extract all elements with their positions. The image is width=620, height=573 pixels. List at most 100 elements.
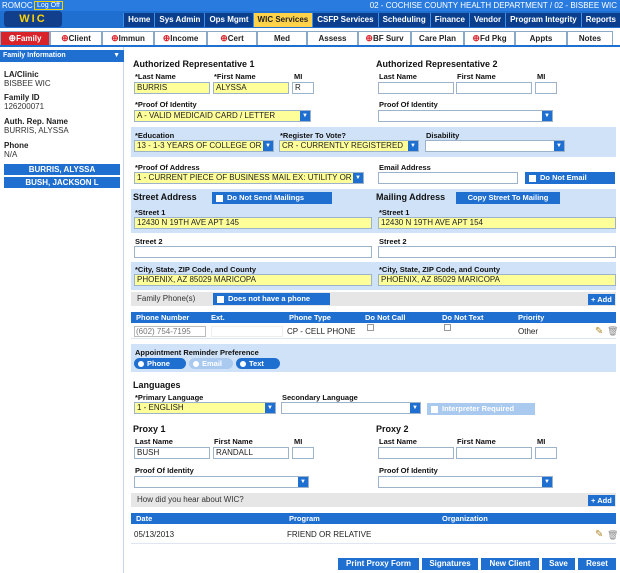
last-name-input[interactable]: BURRIS [134,82,210,94]
add-phone-button[interactable]: + Add [588,294,615,305]
col-phone-number: Phone Number [136,313,190,322]
family-member-button[interactable]: BUSH, JACKSON L [4,177,120,188]
city-input[interactable]: PHOENIX, AZ 85029 MARICOPA [134,274,372,286]
no-phone-checkbox[interactable]: Does not have a phone [213,293,330,305]
nav-home[interactable]: Home [123,13,155,27]
tab-bf-surv[interactable]: ⊕BF Surv [358,31,411,45]
tab-care-plan[interactable]: Care Plan [411,31,464,45]
proxy-2-title: Proxy 2 [376,424,409,434]
signatures-button[interactable]: Signatures [422,558,478,570]
tab-cert[interactable]: ⊕Cert [207,31,257,45]
tab-income[interactable]: ⊕Income [154,31,207,45]
last-name-label: *Last Name [135,72,176,81]
nav-csfp-services[interactable]: CSFP Services [312,13,378,27]
tab-fd-pkg[interactable]: ⊕Fd Pkg [464,31,515,45]
street2-input[interactable] [134,246,372,258]
required-icon: ⊕ [220,33,228,43]
chevron-down-icon: ▼ [265,403,275,413]
tab-client[interactable]: ⊕Client [50,31,102,45]
chevron-down-icon: ▼ [263,141,273,151]
last-name-input[interactable] [378,82,454,94]
auth-rep-value: BURRIS, ALYSSA [4,126,69,135]
top-header-bar: ROMOC Log Off 02 - COCHISE COUNTY HEALTH… [0,0,620,28]
nav-sys-admin[interactable]: Sys Admin [154,13,205,27]
proxy1-mi-label: MI [294,437,303,446]
col-do-not-call: Do Not Call [365,313,406,322]
reminder-email-radio[interactable]: Email [189,358,233,369]
secondary-language-label: Secondary Language [282,393,358,402]
proxy1-poi-select[interactable]: ▼ [134,476,309,488]
nav-ops-mgmt[interactable]: Ops Mgmt [204,13,253,27]
languages-title: Languages [133,380,181,390]
table-row[interactable]: 05/13/2013 FRIEND OR RELATIVE ✎ 🗑 [131,526,618,544]
proof-address-select[interactable]: 1 - CURRENT PIECE OF BUSINESS MAIL EX: U… [134,172,364,184]
secondary-language-select[interactable]: ▼ [281,402,421,414]
auth-rep-2-title: Authorized Representative 2 [376,59,498,69]
tab-med[interactable]: Med [257,31,307,45]
nav-wic-services[interactable]: WIC Services [252,13,313,27]
auth-rep-label: Auth. Rep. Name [4,117,69,126]
tab-assess[interactable]: Assess [307,31,358,45]
family-member-button[interactable]: BURRIS, ALYSSA [4,164,120,175]
nav-program-integrity[interactable]: Program Integrity [505,13,581,27]
mi-input[interactable]: R [292,82,314,94]
trash-icon[interactable]: 🗑 [607,526,618,544]
add-referral-button[interactable]: + Add [588,495,615,506]
reminder-phone-radio[interactable]: Phone [134,358,186,369]
logoff-link[interactable]: Log Off [34,1,63,10]
mail-city-input[interactable]: PHOENIX, AZ 85029 MARICOPA [378,274,616,286]
tab-immun[interactable]: ⊕Immun [102,31,154,45]
mail-street1-input[interactable]: 12430 N 19TH AVE APT 154 [378,217,616,229]
proxy2-poi-select[interactable]: ▼ [378,476,553,488]
proxy2-last-input[interactable] [378,447,454,459]
edit-icon[interactable]: ✎ [595,526,603,544]
proxy2-mi-input[interactable] [535,447,557,459]
family-id-value: 126200071 [4,102,45,111]
nav-reports[interactable]: Reports [580,13,620,27]
save-button[interactable]: Save [542,558,575,570]
proxy1-first-input[interactable]: RANDALL [213,447,289,459]
nav-vendor[interactable]: Vendor [468,13,506,27]
proxy1-last-input[interactable]: BUSH [134,447,210,459]
ext-input[interactable] [211,326,283,337]
tab-label: Appts [529,34,553,43]
education-value: 13 - 1-3 YEARS OF COLLEGE OR [137,141,262,150]
print-proxy-form-button[interactable]: Print Proxy Form [338,558,419,570]
copy-street-to-mailing-button[interactable]: Copy Street To Mailing [456,192,560,204]
mail-street2-input[interactable] [378,246,616,258]
proxy1-mi-input[interactable] [292,447,314,459]
new-client-button[interactable]: New Client [481,558,539,570]
mail-street2-label: Street 2 [379,237,407,246]
tab-notes[interactable]: Notes [567,31,613,45]
tab-appts[interactable]: Appts [515,31,567,45]
table-row[interactable]: (602) 754-7195 CP - CELL PHONE Other ✎ 🗑 [131,324,618,339]
first-name-input[interactable]: ALYSSA [213,82,289,94]
nav-scheduling[interactable]: Scheduling [377,13,430,27]
client-subtabs: ⊕Family ⊕Client ⊕Immun ⊕Income ⊕Cert Med Asses… [0,31,620,45]
reset-button[interactable]: Reset [578,558,616,570]
phone-number-input[interactable]: (602) 754-7195 [134,326,206,337]
tab-family[interactable]: ⊕Family [0,31,50,45]
proxy2-first-input[interactable] [456,447,532,459]
nav-finance[interactable]: Finance [429,13,469,27]
vote-select[interactable]: CR - CURRENTLY REGISTERED ▼ [279,140,419,152]
proof-identity-select[interactable]: A - VALID MEDICAID CARD / LETTER ▼ [134,110,311,122]
do-not-send-mailings-checkbox[interactable]: Do Not Send Mailings [212,192,332,204]
disability-select[interactable]: ▼ [425,140,565,152]
street1-input[interactable]: 12430 N 19TH AVE APT 145 [134,217,372,229]
tab-label: Income [170,34,199,43]
mi-input[interactable] [535,82,557,94]
email-input[interactable] [378,172,518,184]
proof-identity-select[interactable]: ▼ [378,110,553,122]
first-name-input[interactable] [456,82,532,94]
tab-label: Cert [227,34,244,43]
street2-label: Street 2 [135,237,163,246]
edit-icon[interactable]: ✎ [595,324,603,339]
reminder-text-radio[interactable]: Text [236,358,280,369]
interpreter-required-checkbox[interactable]: Interpreter Required [427,403,535,415]
trash-icon[interactable]: 🗑 [607,324,618,339]
education-select[interactable]: 13 - 1-3 YEARS OF COLLEGE OR ▼ [134,140,274,152]
family-info-header[interactable]: Family Information ▼ [0,50,124,62]
primary-language-select[interactable]: 1 - ENGLISH ▼ [134,402,276,414]
do-not-email-checkbox[interactable]: Do Not Email [525,172,615,184]
